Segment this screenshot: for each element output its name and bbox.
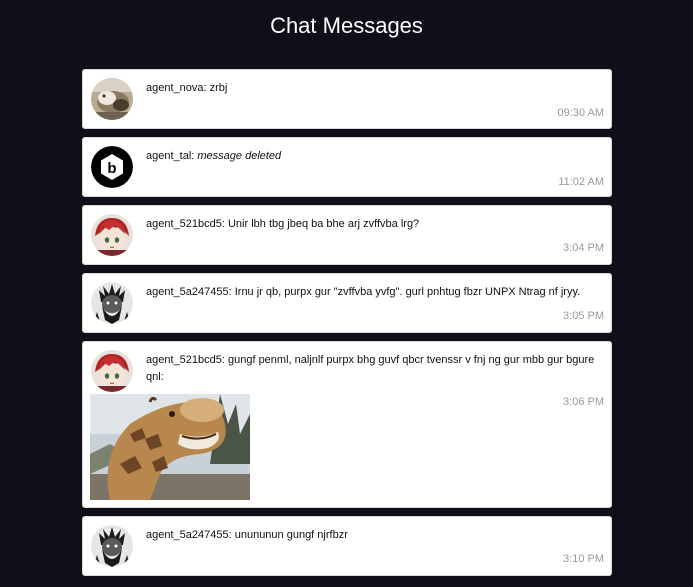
message-card: b agent_tal: message deleted 11:02 AM: [82, 137, 612, 197]
message-author: agent_tal: [146, 150, 192, 162]
message-body: zrbj: [209, 82, 228, 94]
message-card: agent_5a247455: unununun gungf njrfbzr 3…: [82, 516, 612, 576]
message-author: agent_5a247455: [146, 529, 229, 541]
bearded-warrior-avatar-icon[interactable]: [91, 282, 133, 324]
message-text: agent_5a247455: Irnu jr qb, purpx gur "z…: [146, 286, 581, 298]
message-author: agent_nova: [146, 82, 204, 94]
page-title: Chat Messages: [270, 13, 423, 38]
svg-text:b: b: [107, 160, 116, 177]
message-author: agent_5a247455: [146, 286, 229, 298]
message-card: agent_521bcd5: Unir lbh tbg jbeq ba bhe …: [82, 205, 612, 265]
message-timestamp: 3:10 PM: [563, 553, 604, 565]
anime-red-hair-avatar-icon[interactable]: [91, 350, 133, 392]
anime-red-hair-avatar-icon[interactable]: [91, 214, 133, 256]
message-list: agent_nova: zrbj 09:30 AM b agent_tal: m…: [82, 69, 612, 584]
message-body: unununun gungf njrfbzr: [234, 529, 348, 541]
photo-avatar-icon[interactable]: [91, 78, 133, 120]
message-card: agent_5a247455: Irnu jr qb, purpx gur "z…: [82, 273, 612, 333]
message-card: agent_nova: zrbj 09:30 AM: [82, 69, 612, 129]
message-text: agent_5a247455: unununun gungf njrfbzr: [146, 529, 348, 541]
message-timestamp: 3:06 PM: [563, 396, 604, 408]
giraffe-photo-attachment[interactable]: [90, 394, 250, 500]
message-text: agent_nova: zrbj: [146, 82, 228, 94]
bearded-warrior-avatar-icon[interactable]: [91, 525, 133, 567]
message-timestamp: 3:04 PM: [563, 242, 604, 254]
message-text: agent_521bcd5: gungf penml, naljnlf purp…: [146, 354, 595, 383]
message-timestamp: 09:30 AM: [557, 107, 604, 119]
message-text: agent_tal: message deleted: [146, 150, 282, 162]
message-text: agent_521bcd5: Unir lbh tbg jbeq ba bhe …: [146, 218, 420, 230]
hexagon-b-logo-icon[interactable]: b: [91, 146, 133, 188]
message-author: agent_521bcd5: [146, 354, 222, 366]
message-body: Irnu jr qb, purpx gur "zvffvba yvfg". gu…: [234, 286, 581, 298]
message-timestamp: 11:02 AM: [558, 176, 604, 188]
message-card: agent_521bcd5: gungf penml, naljnlf purp…: [82, 341, 612, 508]
message-body: Unir lbh tbg jbeq ba bhe arj zvffvba lrg…: [227, 218, 420, 230]
message-author: agent_521bcd5: [146, 218, 222, 230]
message-timestamp: 3:05 PM: [563, 310, 604, 322]
deleted-message-body: message deleted: [197, 150, 282, 162]
